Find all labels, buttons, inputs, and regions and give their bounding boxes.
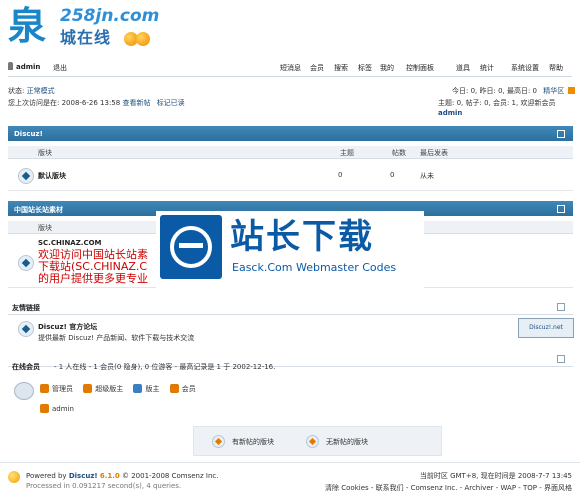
nav-control-panel[interactable]: 控制面板 [406,63,434,73]
user-menu[interactable]: admin [8,62,40,71]
mod-icon [133,384,143,393]
watermark-overlay: 站长下载 Easck.Com Webmaster Codes [156,211,424,288]
friend-site-badge[interactable]: Discuz!.net [518,318,574,338]
processed-info: Processed in 0.091217 second(s), 4 queri… [26,482,182,490]
top-nav: admin 退出 短消息 会员 搜索 标签 我的 控制面板 道具 统计 系统设置… [8,62,572,77]
nav-messages[interactable]: 短消息 [280,63,301,73]
admin-icon [40,404,49,413]
server-time: 当前时区 GMT+8, 现在时间是 2008-7-7 13:45 [419,472,572,480]
friend-link-row: Discuz! 官方论坛 提供最新 Discuz! 产品新闻、软件下载与技术交流 [8,316,573,342]
mode-link[interactable]: 正常模式 [27,87,55,95]
topic-stats: 主题: 0, 帖子: 0, 会员: 1, 欢迎新会员 admin [438,99,556,117]
digest-link[interactable]: 精华区 [543,87,564,95]
status-line: 状态: 正常模式 [8,87,55,95]
nav-stats[interactable]: 统计 [480,63,494,73]
discuz-link[interactable]: Discuz! [69,472,98,480]
collapse-icon[interactable] [557,205,565,213]
bulb-icon [8,471,20,483]
online-users-icon [14,382,34,400]
collapse-icon[interactable] [557,355,565,363]
super-mod-icon [83,384,93,393]
nav-mine[interactable]: 我的 [380,63,394,73]
footer-links[interactable]: 清除 Cookies - 联系我们 - Comsenz Inc. - Archi… [325,483,572,493]
column-header: 版块 主题 帖数 最后发表 [8,146,573,159]
user-icon [8,62,13,70]
category-header-discuz: Discuz! [8,126,573,141]
mark-read-link[interactable]: 标记已读 [157,99,185,107]
watermark-logo-icon [160,215,222,279]
site-icon [18,321,34,337]
last-visit-line: 您上次访问是在: 2008-6-26 13:58 查看新帖 标记已读 [8,99,185,107]
forum-status-icon [18,255,34,271]
rss-icon[interactable] [568,87,576,94]
no-new-posts-icon [306,435,319,448]
logout-link[interactable]: 退出 [53,63,67,73]
forum-status-icon [18,168,34,184]
forum-link[interactable]: 默认版块 [38,171,66,181]
new-posts-icon [212,435,225,448]
logo-glyph: 泉 [8,3,47,48]
nav-settings[interactable]: 系统设置 [511,63,539,73]
forum-row: 默认版块 0 0 从未 [8,160,573,191]
friend-links-header: 友情链接 [8,300,573,315]
logo-domain: 258jn.com [60,6,160,26]
admin-icon [40,384,49,393]
watermark-subtitle: Easck.Com Webmaster Codes [232,261,397,274]
group-legend: 管理员 超级版主 版主 会员 [40,384,196,394]
new-member-link[interactable]: admin [438,109,462,117]
powered-by: Powered by Discuz! 6.1.0 © 2001-2008 Com… [26,472,219,480]
forum-link[interactable]: SC.CHINAZ.COM [38,239,102,247]
nav-tags[interactable]: 标签 [358,63,372,73]
today-stats: 今日: 0, 昨日: 0, 最高日: 0 精华区 [452,86,576,96]
nav-search[interactable]: 搜索 [334,63,348,73]
logo-text: 城在线 [60,28,112,47]
logo-orange-icon [136,32,150,46]
collapse-icon[interactable] [557,303,565,311]
online-header: 在线会员 - 1 人在线 - 1 会员(0 隐身), 0 位游客 - 最高记录是… [8,352,573,371]
collapse-icon[interactable] [557,130,565,138]
nav-members[interactable]: 会员 [310,63,324,73]
view-new-link[interactable]: 查看新帖 [122,99,150,107]
nav-items[interactable]: 道具 [456,63,470,73]
friend-site-link[interactable]: Discuz! 官方论坛 [38,322,97,332]
member-icon [169,384,179,393]
nav-help[interactable]: 帮助 [549,63,563,73]
footer: Powered by Discuz! 6.1.0 © 2001-2008 Com… [0,462,580,501]
forum-icon-legend: 有新帖的版块 无新帖的版块 [193,426,442,456]
online-user[interactable]: admin [40,404,74,413]
watermark-title: 站长下载 [230,217,374,257]
